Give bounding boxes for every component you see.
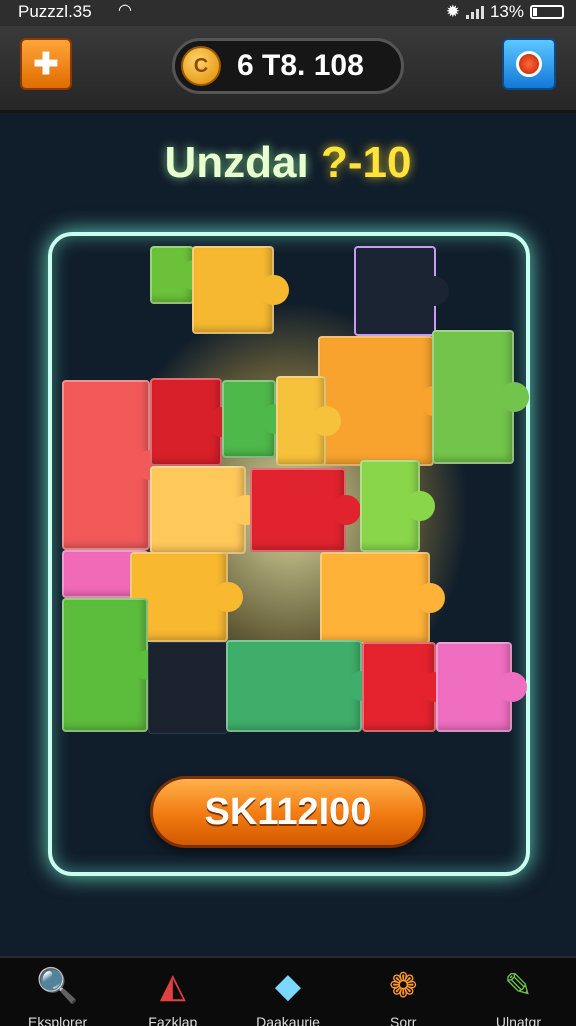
puzzle-piece[interactable] xyxy=(360,460,435,552)
puzzle-piece-icon: ✚ xyxy=(33,47,59,81)
clipboard-leaf-icon: ✎ xyxy=(504,967,533,1005)
battery-percent: 13% xyxy=(489,2,524,21)
triangle-prism-icon: ◭ xyxy=(159,967,186,1005)
puzzle-piece[interactable] xyxy=(320,552,445,644)
nav-item-daakaurie[interactable]: ◆ Daakaurie xyxy=(230,958,345,1026)
signal-icon xyxy=(465,5,484,19)
gem-icon: ◆ xyxy=(274,967,302,1005)
puzzle-piece[interactable] xyxy=(226,640,377,732)
nav-item-label: Ulnatgr xyxy=(495,1014,541,1026)
battery-icon xyxy=(530,5,564,19)
status-bar: Puzzzl.35 ◠ ✹ 13% xyxy=(0,0,576,26)
nav-item-fazklap[interactable]: ◭ Fazklap xyxy=(115,958,230,1026)
puzzle-piece[interactable] xyxy=(354,246,449,336)
coin-value: 6 Т8. 108 xyxy=(237,49,364,82)
hint-search-button[interactable] xyxy=(502,38,556,90)
puzzle-piece[interactable] xyxy=(436,642,527,732)
puzzle-piece[interactable] xyxy=(192,246,289,334)
settings-icon: ✹ xyxy=(445,2,460,21)
puzzle-piece[interactable] xyxy=(362,642,451,732)
status-right: ✹ 13% xyxy=(446,2,564,22)
nav-item-label: Fazklap xyxy=(148,1014,198,1026)
wifi-icon: ◠ xyxy=(118,2,132,19)
puzzle-menu-button[interactable]: ✚ xyxy=(20,38,72,90)
puzzle-piece[interactable] xyxy=(150,246,209,304)
puzzle-piece[interactable] xyxy=(276,376,341,466)
nav-item-label: Eksplorer xyxy=(28,1014,88,1026)
puzzle-piece[interactable] xyxy=(318,336,449,466)
puzzle-piece[interactable] xyxy=(250,468,361,552)
puzzle-piece[interactable] xyxy=(62,598,163,732)
nav-item-explorer[interactable]: 🔍 Eksplorer xyxy=(0,958,115,1026)
skip-button[interactable]: SK112I00 xyxy=(150,776,426,848)
bottom-nav: 🔍 Eksplorer ◭ Fazklap ◆ Daakaurie ❁ Sorr… xyxy=(0,956,576,1026)
puzzle-piece[interactable] xyxy=(222,380,291,458)
color-dots-icon: ❁ xyxy=(388,967,418,1005)
nav-item-ulnatgr[interactable]: ✎ Ulnatgr xyxy=(461,958,576,1026)
coin-icon: C xyxy=(181,46,221,86)
top-bar: ✚ C 6 Т8. 108 xyxy=(0,26,576,113)
puzzle-piece[interactable] xyxy=(148,642,242,734)
puzzle-piece[interactable] xyxy=(150,378,237,466)
nav-item-label: Sorr xyxy=(389,1014,417,1026)
level-title-text: Unzdaı xyxy=(164,138,309,187)
magnifier-icon: 🔍 xyxy=(36,967,79,1005)
puzzle-piece[interactable] xyxy=(62,380,165,550)
magnifier-icon xyxy=(516,51,542,77)
level-title: Unzdaı ?-10 xyxy=(0,138,576,188)
nav-item-sorr[interactable]: ❁ Sorr xyxy=(346,958,461,1026)
puzzle-piece[interactable] xyxy=(150,466,261,554)
nav-item-label: Daakaurie xyxy=(256,1014,320,1026)
status-time: Puzzzl.35 xyxy=(18,2,92,21)
puzzle-piece[interactable] xyxy=(432,330,529,464)
level-number: ?-10 xyxy=(320,138,412,187)
coin-counter: C 6 Т8. 108 xyxy=(172,38,404,94)
